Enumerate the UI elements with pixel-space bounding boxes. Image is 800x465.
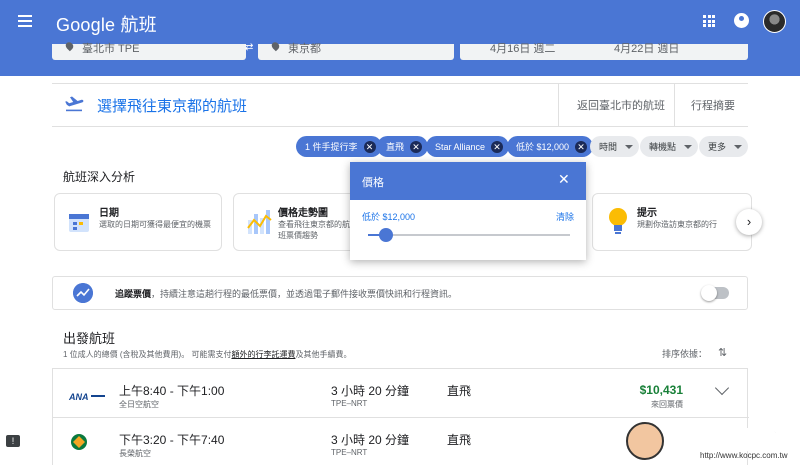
filter-chip-price[interactable]: 低於 $12,000 ✕ xyxy=(507,136,594,157)
account-icon[interactable] xyxy=(734,13,749,28)
lightbulb-icon xyxy=(609,208,627,234)
remove-filter-icon[interactable]: ✕ xyxy=(410,140,423,153)
date-field[interactable]: 4月16日 週二 4月22日 週日 xyxy=(460,43,748,60)
calendar-icon xyxy=(69,214,89,232)
departing-flights-title: 出發航班 xyxy=(63,331,116,346)
insight-card-title: 價格走勢圖 xyxy=(278,208,328,219)
baggage-fees-link[interactable]: 額外的行李託運費 xyxy=(231,350,295,359)
remove-filter-icon[interactable]: ✕ xyxy=(491,140,504,153)
filter-chip-times[interactable]: 時間 xyxy=(590,136,640,157)
flight-times: 下午3:20 - 下午7:40 xyxy=(119,433,225,447)
flight-price-note: 來回票價 xyxy=(651,400,683,409)
chevron-down-icon xyxy=(734,144,743,149)
insight-card-desc: 規劃你造訪東京都的行 xyxy=(637,220,717,229)
remove-filter-icon[interactable]: ✕ xyxy=(363,140,376,153)
track-prices-text: 追蹤票價，持續注意這趟行程的最低票價，並透過電子郵件接收票價快訊和行程資訊。 xyxy=(115,289,458,299)
close-icon[interactable]: ✕ xyxy=(558,171,570,188)
filter-chip-nonstop[interactable]: 直飛 ✕ xyxy=(377,136,429,157)
insights-next-button[interactable]: › xyxy=(736,209,762,235)
flight-duration: 3 小時 20 分鐘 xyxy=(331,384,410,398)
watermark-text: 電腦王阿達 xyxy=(670,427,795,455)
mascot-icon xyxy=(626,422,664,460)
feedback-icon[interactable]: ! xyxy=(6,435,20,447)
airline-name: 長榮航空 xyxy=(119,449,151,458)
clear-price-button[interactable]: 清除 xyxy=(556,210,574,223)
ana-logo-icon: ANA xyxy=(69,387,105,405)
track-prices-bar: 追蹤票價，持續注意這趟行程的最低票價，並透過電子郵件接收票價快訊和行程資訊。 xyxy=(52,276,748,310)
chevron-down-icon xyxy=(625,144,634,149)
app-bar: Google 航班 xyxy=(0,0,800,44)
back-to-origin-link[interactable]: 返回臺北市的航班 xyxy=(558,84,679,127)
insight-card-title: 日期 xyxy=(99,208,119,219)
app-title[interactable]: Google 航班 xyxy=(56,11,157,37)
remove-filter-icon[interactable]: ✕ xyxy=(575,140,588,153)
track-prices-toggle[interactable] xyxy=(701,285,729,301)
insight-card-desc: 查看飛往東京都的航班票價趨勢 xyxy=(278,220,350,240)
destination-field[interactable]: 東京都 xyxy=(258,40,454,60)
price-slider-thumb[interactable] xyxy=(379,228,393,242)
flight-times: 上午8:40 - 下午1:00 xyxy=(119,384,225,398)
flight-price: $10,431 xyxy=(639,383,683,397)
price-filter-popup: 價格 ✕ 低於 $12,000 清除 xyxy=(350,162,586,260)
insight-card-desc: 選取的日期可獲得最便宜的機票 xyxy=(99,220,211,229)
filter-chip-more[interactable]: 更多 xyxy=(699,136,749,157)
trip-summary-link[interactable]: 行程摘要 xyxy=(674,84,735,127)
filter-chip-alliance[interactable]: Star Alliance ✕ xyxy=(426,136,510,157)
insight-card-title: 提示 xyxy=(637,208,657,219)
flight-stops: 直飛 xyxy=(447,433,472,447)
flight-route: TPE–NRT xyxy=(331,399,368,408)
popup-header: 價格 ✕ xyxy=(350,162,586,200)
avatar[interactable] xyxy=(763,10,786,33)
origin-field[interactable]: 臺北市 TPE xyxy=(52,40,246,60)
bar-chart-icon xyxy=(247,210,272,234)
insights-title: 航班深入分析 xyxy=(63,170,136,184)
price-value-label: 低於 $12,000 xyxy=(362,212,416,222)
chevron-down-icon xyxy=(684,144,693,149)
flight-row[interactable]: ANA 上午8:40 - 下午1:00 全日空航空 3 小時 20 分鐘 TPE… xyxy=(53,369,749,416)
price-note: 1 位成人的總價 (含稅及其他費用)。 可能需支付額外的行李託運費及其他手續費。 xyxy=(63,350,352,359)
flight-route: TPE–NRT xyxy=(331,448,368,457)
filter-chip-carry-on[interactable]: 1 件手提行李 ✕ xyxy=(296,136,382,157)
price-slider-track[interactable] xyxy=(380,234,570,236)
flight-stops: 直飛 xyxy=(447,384,472,398)
filter-chip-connecting-airports[interactable]: 轉機點 xyxy=(640,136,699,157)
sort-label: 排序依據： xyxy=(662,349,708,359)
trending-icon xyxy=(73,283,93,303)
results-header: 選擇飛往東京都的航班 返回臺北市的航班 行程摘要 xyxy=(52,83,748,127)
chevron-down-icon[interactable] xyxy=(714,380,730,396)
insight-card-dates[interactable]: 日期 選取的日期可獲得最便宜的機票 xyxy=(54,193,222,251)
eva-air-logo-icon xyxy=(71,434,87,450)
sort-icon[interactable]: ⇅ xyxy=(718,346,727,359)
departure-plane-icon xyxy=(65,96,84,112)
swap-icon[interactable]: ⇄ xyxy=(245,42,259,54)
apps-grid-icon[interactable] xyxy=(703,15,715,27)
page-title: 選擇飛往東京都的航班 xyxy=(97,98,248,115)
insight-card-tips[interactable]: 提示 規劃你造訪東京都的行 xyxy=(592,193,752,251)
airline-name: 全日空航空 xyxy=(119,400,159,409)
search-strip: 臺北市 TPE ⇄ 東京都 4月16日 週二 4月22日 週日 xyxy=(0,40,800,76)
flight-duration: 3 小時 20 分鐘 xyxy=(331,433,410,447)
site-watermark: 電腦王阿達 http://www.kocpc.com.tw xyxy=(620,418,800,465)
popup-title: 價格 xyxy=(362,177,384,189)
menu-icon[interactable] xyxy=(18,15,32,27)
watermark-url: http://www.kocpc.com.tw xyxy=(700,451,788,460)
